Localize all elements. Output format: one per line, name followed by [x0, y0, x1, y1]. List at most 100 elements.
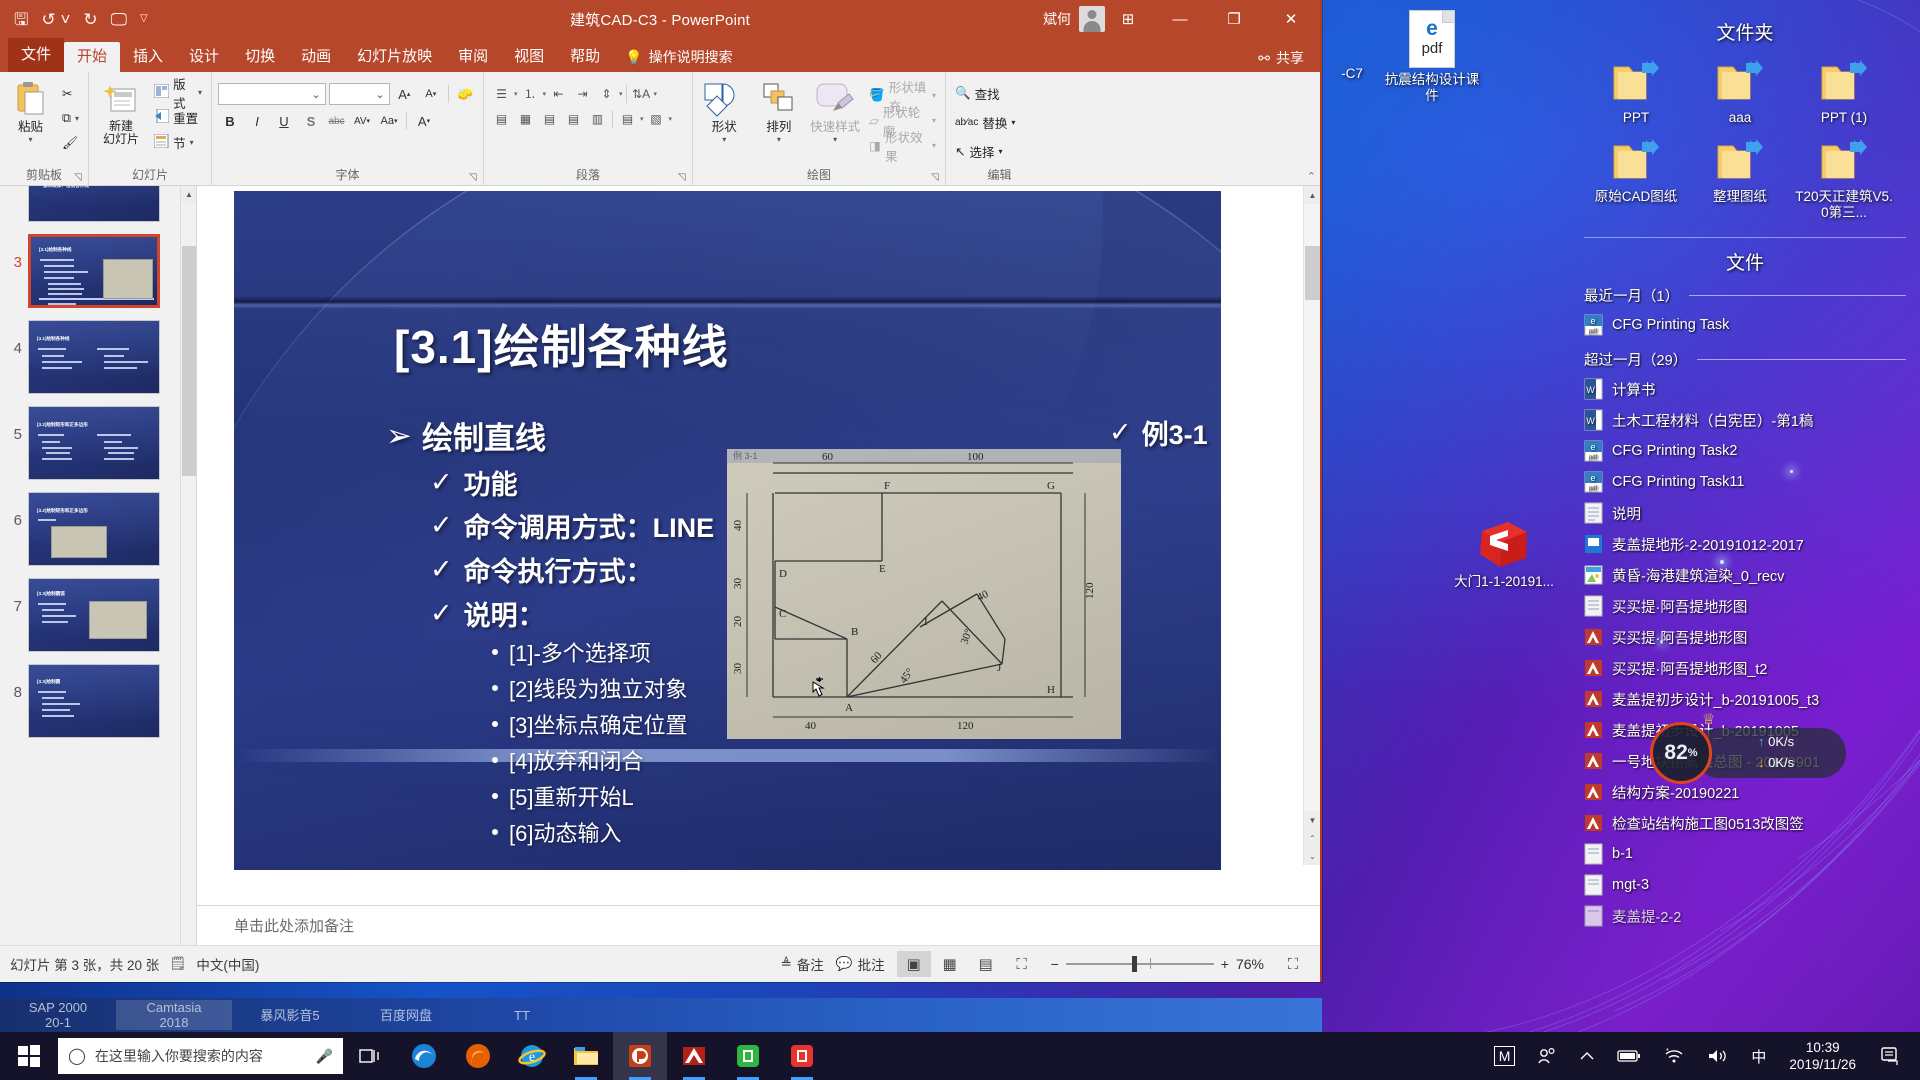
align-center-button[interactable]: ▦: [514, 108, 537, 129]
ribbon-display-options-icon[interactable]: ⊞: [1102, 0, 1154, 38]
download-status-badge[interactable]: ♕ 82% ↑ 0K/s ↓ 0K/s: [1650, 711, 1850, 784]
new-slide-button[interactable]: 新建 幻灯片: [95, 78, 147, 155]
wechat-icon[interactable]: [721, 1032, 775, 1080]
slide-thumbnail[interactable]: 5 [3.2]绘制矩形和正多边形: [0, 400, 180, 486]
slide-bullet-level3[interactable]: [1]-多个选择项: [492, 636, 651, 668]
file-row[interactable]: 麦盖提初步设计_b-20191005_t3: [1584, 684, 1920, 715]
slide-bullet-level3[interactable]: [5]重新开始L: [492, 780, 634, 812]
quick-styles-button[interactable]: 快速样式 ▾: [808, 78, 862, 158]
file-row[interactable]: 买买提·阿吾提地形图: [1584, 622, 1920, 653]
file-row[interactable]: 检查站结构施工图0513改图签: [1584, 808, 1920, 839]
tab-slideshow[interactable]: 幻灯片放映: [344, 42, 445, 72]
clipboard-dialog-launcher[interactable]: ◹: [74, 172, 85, 183]
folder-item[interactable]: aaa: [1688, 59, 1792, 126]
reading-view-button[interactable]: ▤: [969, 951, 1003, 977]
drawing-dialog-launcher[interactable]: ◹: [931, 172, 942, 183]
change-case-button[interactable]: Aa ▾: [377, 110, 401, 132]
slide-thumbnail[interactable]: 4 [3.1]绘制各种线: [0, 314, 180, 400]
paragraph-dialog-launcher[interactable]: ◹: [678, 172, 689, 183]
slide-bullet-level2[interactable]: ✓ 说明：: [430, 594, 545, 633]
folder-item[interactable]: 整理图纸: [1688, 138, 1792, 221]
volume-icon[interactable]: [1696, 1032, 1740, 1080]
tab-file[interactable]: 文件: [8, 38, 65, 72]
slide-title[interactable]: [3.1]绘制各种线: [394, 311, 729, 377]
ime-chinese-icon[interactable]: 中: [1740, 1032, 1777, 1080]
file-row[interactable]: e pdf CFG Printing Task2: [1584, 436, 1920, 467]
tab-home[interactable]: 开始: [64, 42, 121, 72]
file-explorer-icon[interactable]: [559, 1032, 613, 1080]
action-center-icon[interactable]: [1868, 1032, 1914, 1080]
file-row[interactable]: 麦盖提地形-2-20191012-2017: [1584, 529, 1920, 560]
section-button[interactable]: 节 ▾: [151, 130, 205, 155]
file-row[interactable]: 说明: [1584, 498, 1920, 529]
people-icon[interactable]: [1526, 1032, 1568, 1080]
fit-slide-to-window-button[interactable]: ⛶: [1276, 951, 1310, 977]
bullets-button[interactable]: ☰: [490, 83, 513, 104]
text-direction-button[interactable]: ⇅A: [630, 83, 653, 104]
line-spacing-button[interactable]: ⇕: [595, 83, 618, 104]
zoom-in-button[interactable]: +: [1221, 956, 1229, 972]
collapse-ribbon-button[interactable]: ⌃: [1307, 170, 1316, 183]
slide-thumbnail[interactable]: 8 [3.3]绘制圆: [0, 658, 180, 744]
justify-button[interactable]: ▤: [562, 108, 585, 129]
minimize-button[interactable]: —: [1154, 0, 1206, 38]
numbering-button[interactable]: ⒈: [519, 83, 542, 104]
scroll-up-icon[interactable]: ▲: [1304, 186, 1320, 204]
folder-item[interactable]: PPT (1): [1792, 59, 1896, 126]
show-hidden-icons-icon[interactable]: [1568, 1032, 1606, 1080]
slide-bullet-level3[interactable]: [4]放弃和闭合: [492, 744, 643, 776]
align-left-button[interactable]: ▤: [490, 108, 513, 129]
slide-scrollbar[interactable]: ▲ ▼ ⌃ ⌄: [1303, 186, 1320, 865]
file-row[interactable]: W 土木工程材料（白宪臣）-第1稿: [1584, 405, 1920, 436]
increase-indent-button[interactable]: ⇥: [571, 83, 594, 104]
start-button[interactable]: [0, 1032, 58, 1080]
onenote-m-icon[interactable]: M: [1483, 1032, 1527, 1080]
reset-button[interactable]: 重置: [151, 105, 205, 130]
microphone-icon[interactable]: 🎤: [316, 1048, 333, 1065]
desktop-icon-pdf-course[interactable]: e pdf 抗震结构设计课件: [1380, 10, 1484, 104]
zoom-slider[interactable]: − + 76%: [1051, 956, 1264, 972]
file-row[interactable]: mgt-3: [1584, 870, 1920, 901]
thumbnail-scrollbar[interactable]: ▲: [180, 186, 196, 945]
align-right-button[interactable]: ▤: [538, 108, 561, 129]
wifi-icon[interactable]: *: [1652, 1032, 1696, 1080]
align-text-button[interactable]: ▤: [616, 108, 639, 129]
file-row[interactable]: 黄昏-海港建筑渲染_0_recv: [1584, 560, 1920, 591]
firefox-icon[interactable]: [451, 1032, 505, 1080]
language-label[interactable]: 中文(中国): [196, 954, 259, 974]
layout-button[interactable]: 版式 ▾: [151, 78, 205, 111]
folder-item[interactable]: PPT: [1584, 59, 1688, 126]
tab-animations[interactable]: 动画: [288, 42, 344, 72]
tab-design[interactable]: 设计: [176, 42, 232, 72]
cut-button[interactable]: ✂: [59, 81, 82, 106]
current-slide[interactable]: [3.1]绘制各种线 ➢ 绘制直线 ✓ 例3-1 ✓ 功能 ✓ 命令调用方式：L…: [234, 191, 1221, 870]
normal-view-button[interactable]: ▣: [896, 951, 931, 977]
scroll-up-icon[interactable]: ▲: [181, 186, 196, 203]
slide-sorter-button[interactable]: ▦: [933, 951, 967, 977]
file-row[interactable]: 麦盖提-2-2: [1584, 901, 1920, 932]
format-painter-button[interactable]: 🖌: [59, 131, 82, 156]
close-button[interactable]: ✕: [1262, 0, 1320, 38]
tab-view[interactable]: 视图: [501, 42, 557, 72]
font-name-combo[interactable]: ⌄: [218, 83, 326, 105]
spell-check-icon[interactable]: 🗒: [169, 956, 186, 972]
slide-bullet-level3[interactable]: [2]线段为独立对象: [492, 672, 687, 704]
folder-item[interactable]: 原始CAD图纸: [1584, 138, 1688, 221]
tab-transitions[interactable]: 切换: [232, 42, 288, 72]
restore-button[interactable]: ❐: [1206, 0, 1262, 38]
paste-button[interactable]: 粘贴 ▾: [6, 78, 55, 156]
zoom-handle[interactable]: [1131, 956, 1137, 972]
replace-button[interactable]: ab⁄ac 替换 ▾: [952, 110, 1047, 135]
find-button[interactable]: 🔍 查找: [952, 81, 1047, 106]
next-slide-icon[interactable]: ⌄: [1304, 847, 1320, 865]
search-input[interactable]: ◯ 在这里输入你要搜索的内容 🎤: [58, 1038, 343, 1074]
slide-thumbnail[interactable]: 7 [3.3]绘制圆弧: [0, 572, 180, 658]
internet-explorer-icon[interactable]: e: [505, 1032, 559, 1080]
chevron-down-icon[interactable]: ▾: [29, 135, 33, 144]
file-row[interactable]: W 计算书: [1584, 374, 1920, 405]
taskbar-clock[interactable]: 10:39 2019/11/26: [1777, 1039, 1868, 1073]
zoom-track[interactable]: [1065, 956, 1214, 972]
tab-insert[interactable]: 插入: [120, 42, 176, 72]
columns-button[interactable]: ▥: [586, 108, 609, 129]
copy-button[interactable]: ⧉ ▾: [59, 106, 82, 131]
